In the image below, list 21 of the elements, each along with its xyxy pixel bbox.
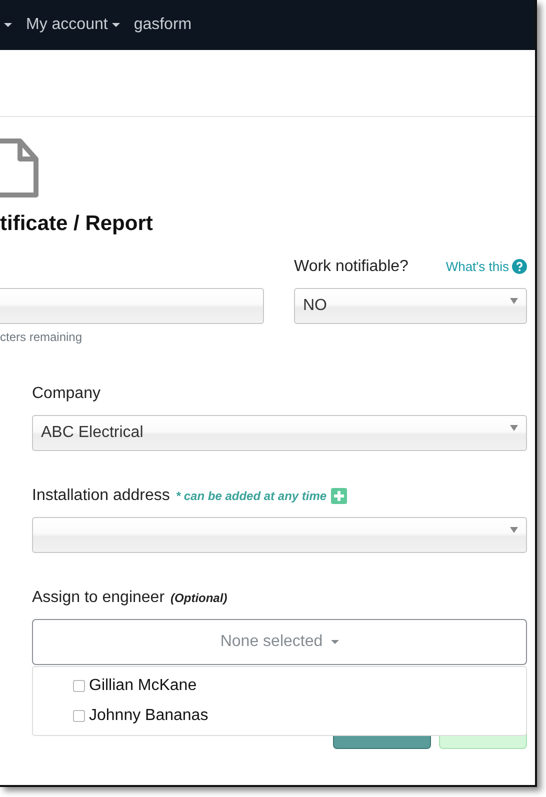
notifiable-select[interactable]: NO <box>294 288 527 324</box>
engineer-option[interactable]: Gillian McKane <box>33 671 526 701</box>
checkbox[interactable] <box>73 710 85 722</box>
checkbox[interactable] <box>73 680 85 692</box>
address-select[interactable] <box>32 517 527 553</box>
company-select[interactable]: ABC Electrical <box>32 415 527 451</box>
nav-link[interactable]: My account <box>26 16 120 34</box>
field-note: * can be added at any time <box>176 489 327 503</box>
caret-icon <box>4 23 12 27</box>
engineer-option[interactable]: Johnny Bananas <box>33 701 526 731</box>
page-title: tificate / Report <box>0 211 154 237</box>
characters-remaining-hint: cters remaining <box>0 330 84 344</box>
nav-link[interactable]: gasform <box>134 16 192 34</box>
text-field[interactable] <box>0 288 264 324</box>
help-icon <box>512 259 527 274</box>
field-label: Installation address <box>32 486 170 506</box>
field-label: Work notifiable? <box>294 257 408 277</box>
plus-icon[interactable] <box>330 488 347 504</box>
field-label: Company <box>32 384 102 404</box>
optional-note: (Optional) <box>170 591 228 605</box>
field-label: Assign to engineer <box>32 588 165 608</box>
